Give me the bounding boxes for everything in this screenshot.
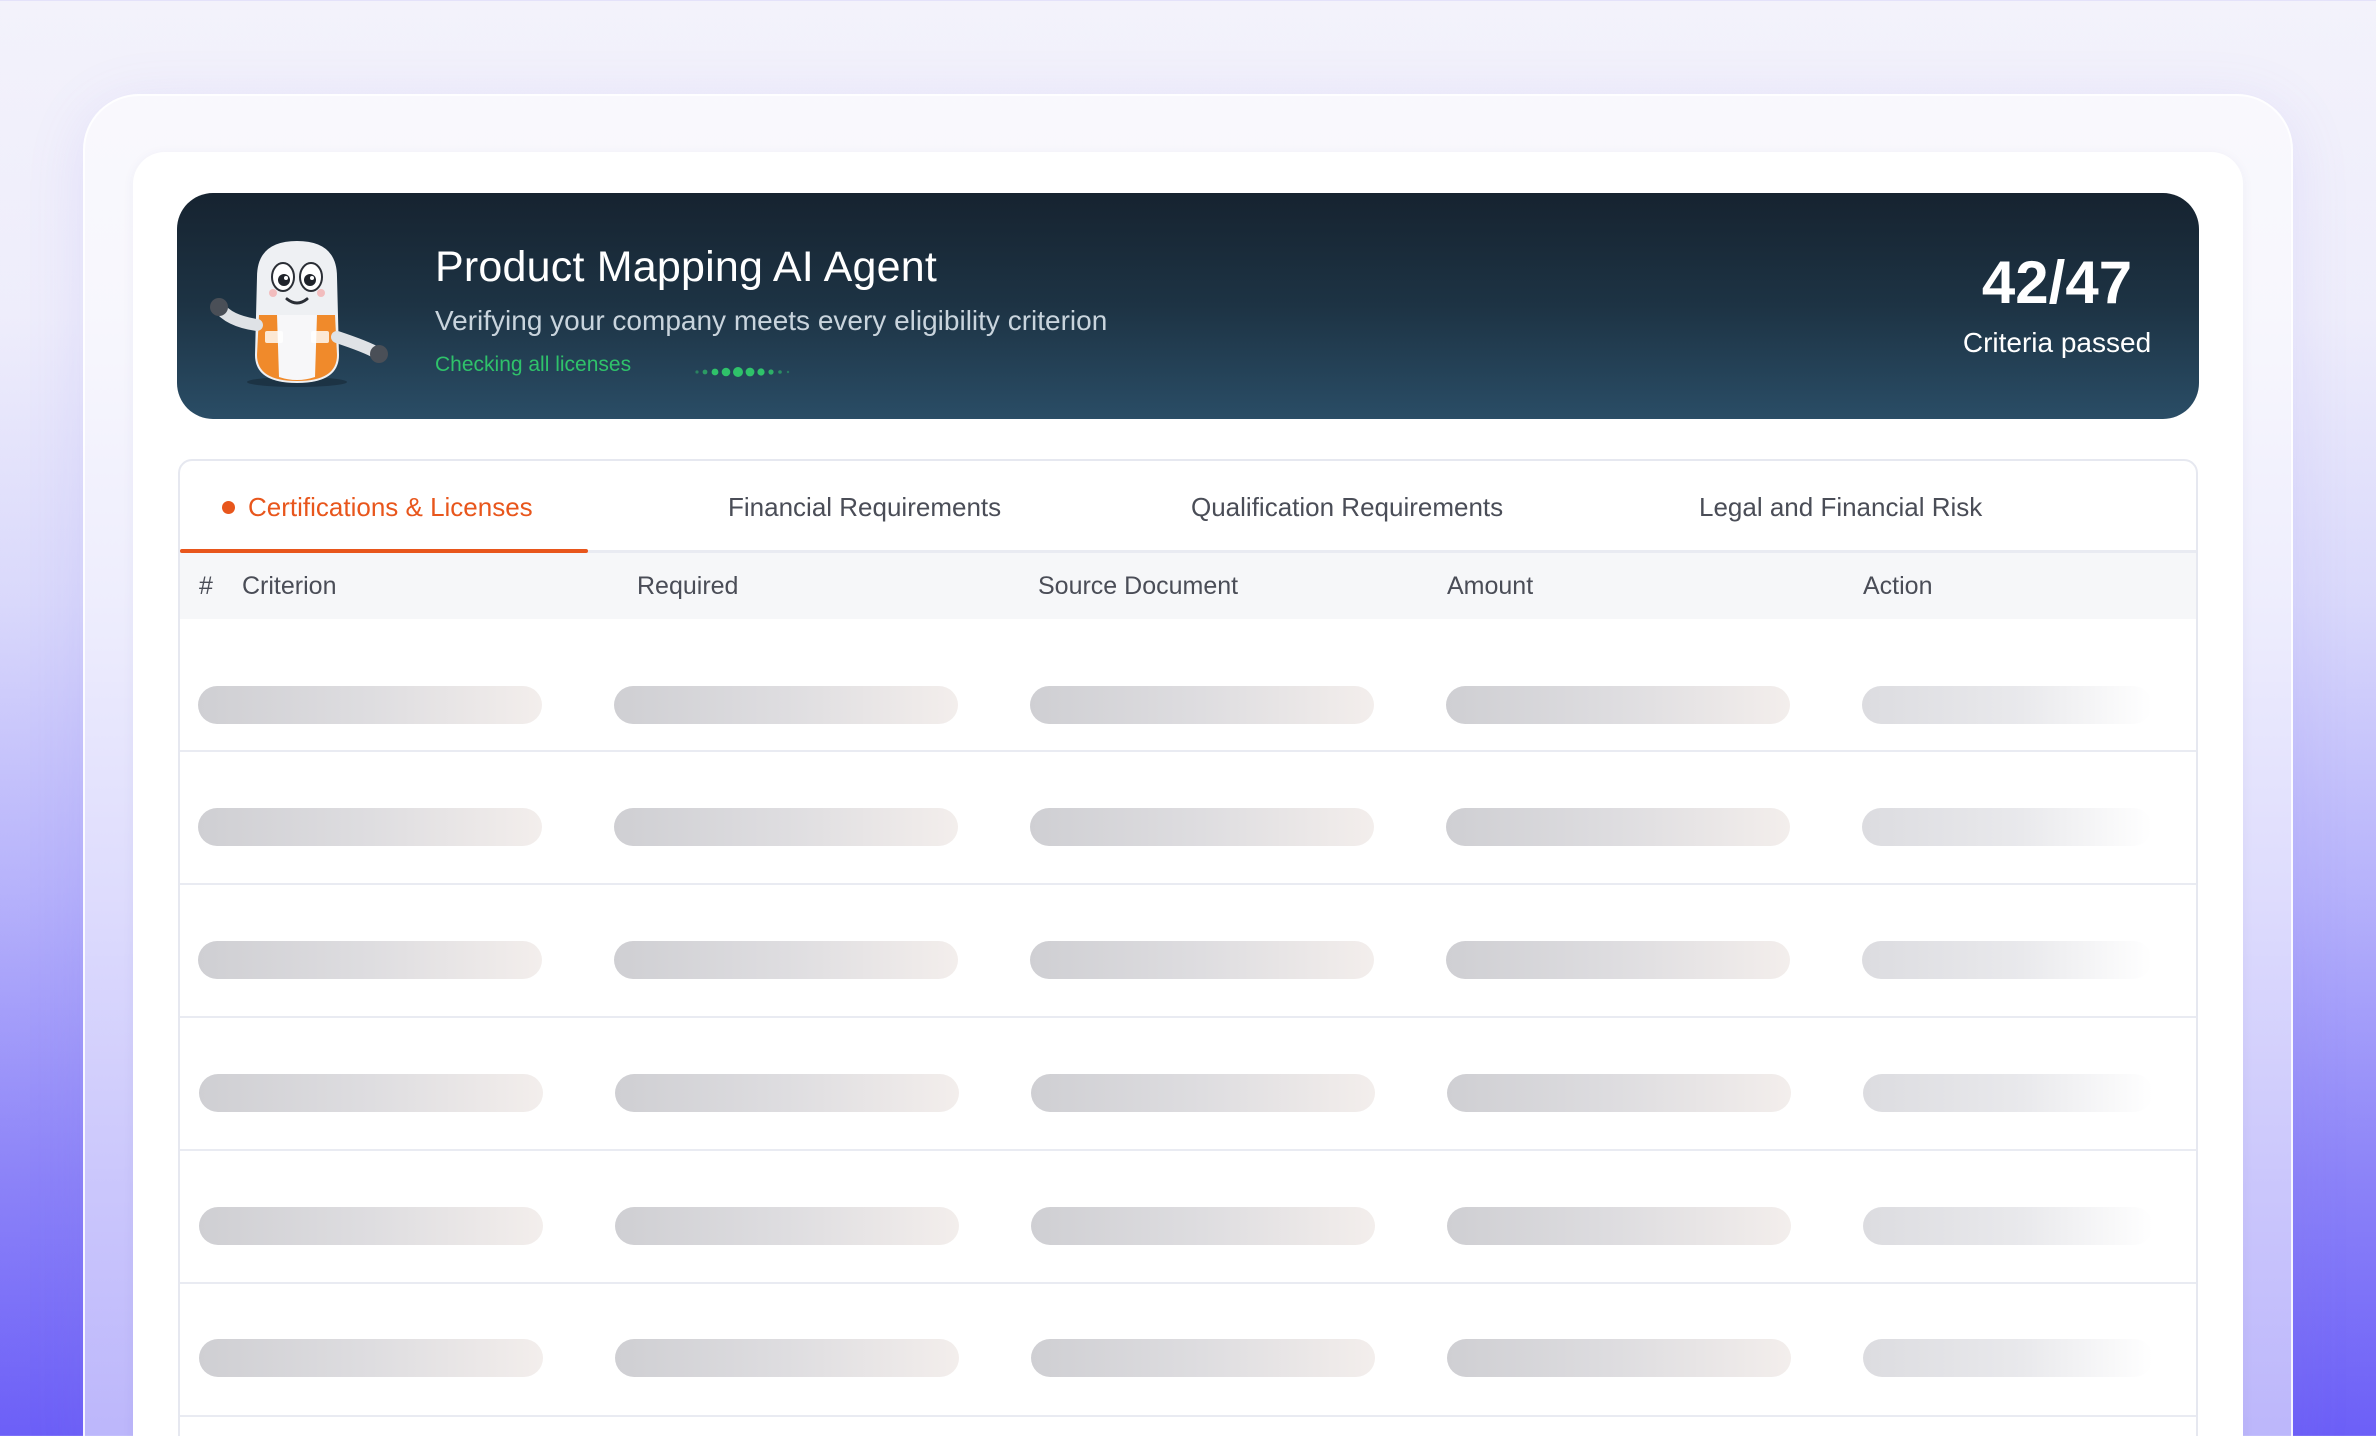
skeleton-action	[1862, 686, 2152, 724]
table-row-loading	[180, 885, 2196, 1018]
skeleton-action	[1863, 1207, 2153, 1245]
skeleton-amount	[1447, 1074, 1791, 1112]
skeleton-required	[615, 1207, 959, 1245]
tab-financial-requirements[interactable]: Financial Requirements	[728, 461, 1001, 553]
active-dot-icon	[222, 500, 235, 514]
score-label: Criteria passed	[1962, 327, 2152, 358]
table-body	[180, 619, 2196, 1417]
tab-qualification-requirements[interactable]: Qualification Requirements	[1191, 461, 1503, 553]
table-row-loading	[180, 752, 2196, 885]
skeleton-action	[1863, 1074, 2153, 1112]
agent-banner: Product Mapping AI Agent Verifying your …	[177, 193, 2199, 419]
progress-dots-icon	[695, 367, 790, 377]
agent-status: Checking all licenses	[435, 353, 632, 376]
table-header: # Criterion Required Source Document Amo…	[180, 553, 2196, 619]
column-header-required: Required	[637, 571, 739, 600]
column-header-number: #	[199, 571, 213, 600]
tab-label: Legal and Financial Risk	[1699, 491, 1983, 522]
tab-legal-financial-risk[interactable]: Legal and Financial Risk	[1699, 461, 1982, 553]
column-header-amount: Amount	[1447, 571, 1534, 600]
skeleton-action	[1863, 1339, 2153, 1377]
skeleton-action	[1862, 941, 2152, 979]
criteria-score: 42/47 Criteria passed	[1947, 253, 2167, 359]
criteria-panel: Certifications & Licenses Financial Requ…	[178, 459, 2198, 1436]
skeleton-amount	[1446, 686, 1790, 724]
tab-label: Certifications & Licenses	[248, 491, 533, 522]
skeleton-required	[614, 808, 958, 846]
skeleton-amount	[1446, 808, 1790, 846]
tab-label: Financial Requirements	[728, 491, 1002, 522]
skeleton-required	[614, 941, 958, 979]
column-header-source-document: Source Document	[1038, 571, 1239, 600]
skeleton-action	[1862, 808, 2152, 846]
score-value: 42/47	[1981, 249, 2133, 316]
skeleton-required	[615, 1339, 959, 1377]
skeleton-required	[615, 1074, 959, 1112]
robot-mascot-icon	[210, 241, 388, 387]
skeleton-source-document	[1031, 1074, 1375, 1112]
tab-certifications-licenses[interactable]: Certifications & Licenses	[222, 461, 533, 553]
skeleton-source-document	[1030, 808, 1374, 846]
tab-bar: Certifications & Licenses Financial Requ…	[180, 461, 2196, 553]
skeleton-source-document	[1030, 686, 1374, 724]
skeleton-required	[614, 686, 958, 724]
skeleton-criterion	[198, 808, 542, 846]
skeleton-criterion	[199, 1339, 543, 1377]
skeleton-criterion	[199, 1207, 543, 1245]
skeleton-criterion	[199, 1074, 543, 1112]
table-row-loading	[180, 1018, 2196, 1151]
agent-title: Product Mapping AI Agent	[435, 243, 938, 291]
skeleton-amount	[1446, 941, 1790, 979]
column-header-criterion: Criterion	[242, 571, 337, 600]
skeleton-source-document	[1030, 941, 1374, 979]
skeleton-criterion	[198, 686, 542, 724]
skeleton-source-document	[1031, 1339, 1375, 1377]
skeleton-source-document	[1031, 1207, 1375, 1245]
agent-subtitle: Verifying your company meets every eligi…	[435, 305, 1108, 336]
tab-label: Qualification Requirements	[1191, 491, 1504, 522]
skeleton-amount	[1447, 1339, 1791, 1377]
table-row-loading	[180, 1284, 2196, 1417]
skeleton-amount	[1447, 1207, 1791, 1245]
column-header-action: Action	[1863, 571, 1933, 600]
skeleton-criterion	[198, 941, 542, 979]
table-row-loading	[180, 1151, 2196, 1284]
table-row-loading	[180, 619, 2196, 752]
